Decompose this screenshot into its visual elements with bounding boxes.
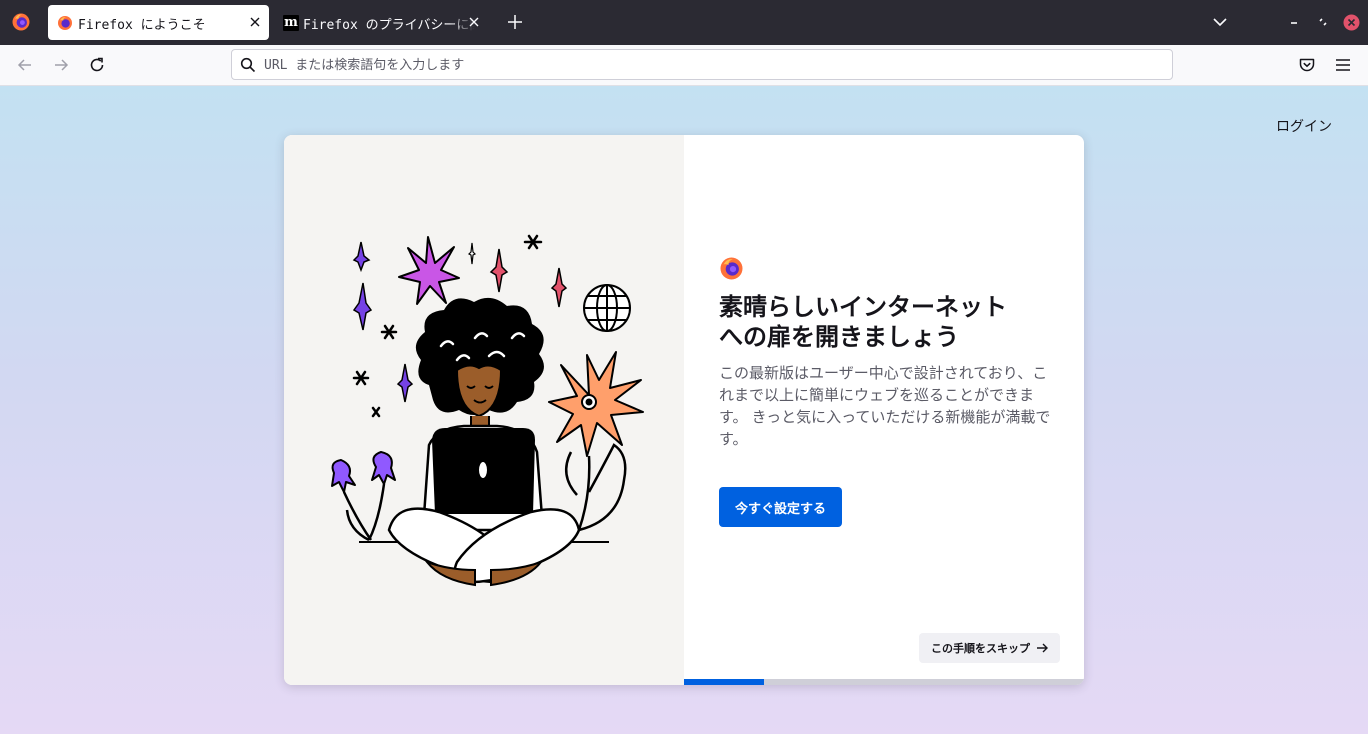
tab-welcome[interactable]: Firefox にようこそ xyxy=(48,5,269,40)
tab-strip: Firefox にようこそ m Firefox のプライバシーに関する通知 xyxy=(0,0,1368,45)
navigation-toolbar xyxy=(0,45,1368,86)
firefox-logo-icon xyxy=(720,257,743,280)
skip-step-label: この手順をスキップ xyxy=(931,643,1030,655)
close-tab-icon[interactable] xyxy=(467,15,481,29)
reload-icon[interactable] xyxy=(88,56,106,74)
hamburger-menu-icon[interactable] xyxy=(1334,57,1352,73)
url-bar[interactable] xyxy=(231,49,1173,80)
skip-step-button[interactable]: この手順をスキップ xyxy=(919,633,1060,663)
firefox-icon xyxy=(58,16,72,30)
onboarding-progress-fill xyxy=(684,679,764,685)
list-all-tabs-chevron-icon[interactable] xyxy=(1211,15,1229,29)
close-tab-icon[interactable] xyxy=(248,15,262,29)
illustration-panel xyxy=(284,135,684,685)
login-link[interactable]: ログイン xyxy=(1276,116,1332,136)
pocket-icon[interactable] xyxy=(1298,56,1316,74)
get-started-button[interactable]: 今すぐ設定する xyxy=(719,487,842,527)
person-with-laptop-illustration xyxy=(331,234,644,587)
tab-title: Firefox のプライバシーに関する通知 xyxy=(303,18,475,33)
welcome-description: この最新版はユーザー中心で設計されており、これまで以上に簡単にウェブを巡ることが… xyxy=(719,365,1051,448)
onboarding-card: 素晴らしいインターネット への扉を開きましょう この最新版はユーザー中心で設計さ… xyxy=(284,135,1084,685)
restore-icon[interactable] xyxy=(1316,15,1330,29)
tab-privacy-notice[interactable]: m Firefox のプライバシーに関する通知 xyxy=(274,5,488,40)
forward-arrow-icon[interactable] xyxy=(52,56,70,74)
firefox-app-icon[interactable] xyxy=(11,12,31,32)
new-tab-plus-icon[interactable] xyxy=(506,13,524,31)
onboarding-progress-bar xyxy=(684,679,1084,685)
welcome-panel: 素晴らしいインターネット への扉を開きましょう この最新版はユーザー中心で設計さ… xyxy=(684,135,1084,685)
tab-title: Firefox にようこそ xyxy=(78,18,206,33)
page-content: ログイン 素晴らしいインターネット への扉を開きましょう この最新版はユーザー中… xyxy=(0,86,1368,734)
welcome-heading: 素晴らしいインターネット への扉を開きましょう xyxy=(719,294,1007,351)
minimize-icon[interactable] xyxy=(1287,15,1301,29)
search-icon xyxy=(240,57,256,73)
mozilla-m-icon: m xyxy=(283,15,299,31)
url-input[interactable] xyxy=(264,54,1144,76)
window-close-icon[interactable] xyxy=(1343,14,1360,31)
arrow-right-icon xyxy=(1037,643,1048,653)
back-arrow-icon[interactable] xyxy=(16,56,34,74)
